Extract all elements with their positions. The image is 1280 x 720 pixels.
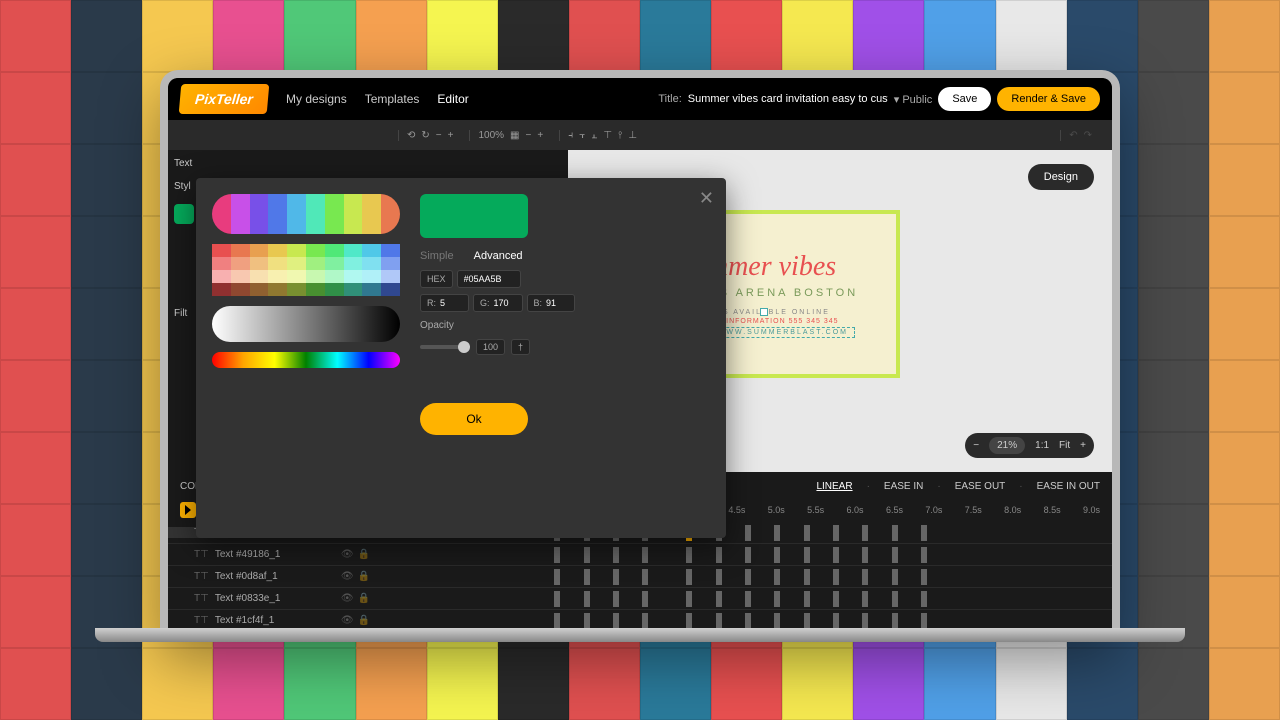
hex-input[interactable] <box>464 274 514 284</box>
align-left-icon[interactable]: ⫞ <box>568 130 573 141</box>
align-middle-icon[interactable]: ⫯ <box>618 130 622 141</box>
g-input[interactable] <box>494 298 516 308</box>
refresh-icon[interactable]: ↻ <box>421 130 429 141</box>
close-icon[interactable]: ✕ <box>699 188 714 209</box>
title-input[interactable] <box>688 93 888 105</box>
ease-linear[interactable]: LINEAR <box>816 481 852 492</box>
undo-icon[interactable]: ↶ <box>1069 130 1077 141</box>
rotate-icon[interactable]: ⟲ <box>407 130 415 141</box>
align-bottom-icon[interactable]: ⊥ <box>628 130 637 141</box>
zoom-percent[interactable]: 21% <box>989 437 1025 454</box>
opacity-slider[interactable] <box>420 345 470 349</box>
format-toolbar: ⟲ ↻ − + 100% ▦ − + ⫞ ⫟ ⫠ ⊤ ⫯ ⊥ ↶ ↷ <box>168 120 1112 150</box>
rainbow-strip[interactable] <box>212 352 400 368</box>
track-row[interactable]: T⊤ Text #0d8af_1👁🔒 <box>168 566 1112 588</box>
nav-templates[interactable]: Templates <box>365 92 420 106</box>
tab-simple[interactable]: Simple <box>420 250 454 262</box>
sidebar-text[interactable]: Text <box>174 158 202 169</box>
zoom-out-icon[interactable]: − <box>526 130 532 141</box>
zoom-11-button[interactable]: 1:1 <box>1035 440 1049 451</box>
render-save-button[interactable]: Render & Save <box>997 87 1100 111</box>
current-color-swatch[interactable] <box>174 204 194 224</box>
palette-preset-1[interactable] <box>212 194 400 234</box>
b-input[interactable] <box>546 298 568 308</box>
ok-button[interactable]: Ok <box>420 403 528 435</box>
nav-my-designs[interactable]: My designs <box>286 92 347 106</box>
zoom-out-button[interactable]: − <box>973 440 979 451</box>
track-row[interactable]: T⊤ Text #0833e_1👁🔒 <box>168 588 1112 610</box>
plus-icon[interactable]: + <box>448 130 454 141</box>
nav-editor[interactable]: Editor <box>437 92 468 106</box>
logo[interactable]: PixTeller <box>179 84 270 114</box>
topbar: PixTeller My designs Templates Editor Ti… <box>168 78 1112 120</box>
play-button[interactable] <box>180 502 196 518</box>
transparency-icon[interactable]: ▦ <box>510 130 519 141</box>
visibility-toggle[interactable]: ▾ Public <box>894 93 933 106</box>
redo-icon[interactable]: ↷ <box>1084 130 1092 141</box>
laptop-base <box>95 628 1185 642</box>
opacity-value[interactable]: 100 <box>476 339 505 355</box>
align-center-icon[interactable]: ⫟ <box>579 130 585 141</box>
selected-color-swatch <box>420 194 528 238</box>
minus-icon[interactable]: − <box>436 130 442 141</box>
title-label: Title: <box>658 93 681 105</box>
opacity-unit: † <box>511 339 530 355</box>
align-right-icon[interactable]: ⫠ <box>591 130 597 141</box>
palette-grid[interactable] <box>212 244 400 296</box>
r-input[interactable] <box>440 298 462 308</box>
zoom-in-icon[interactable]: + <box>537 130 543 141</box>
tab-advanced[interactable]: Advanced <box>474 250 523 262</box>
ease-in[interactable]: EASE IN <box>884 481 923 492</box>
color-picker-panel: ✕ Simple Advanced HEX R: G: B: Opacity 1… <box>196 178 726 538</box>
save-button[interactable]: Save <box>938 87 991 111</box>
timeline-tracks: T⊤ Text #97acf_1👁🔒T⊤ Text #49186_1👁🔒T⊤ T… <box>168 522 1112 632</box>
selection-handle[interactable] <box>760 308 768 316</box>
opacity-label: Opacity <box>420 320 454 331</box>
track-row[interactable]: T⊤ Text #49186_1👁🔒 <box>168 544 1112 566</box>
design-mode-button[interactable]: Design <box>1028 164 1094 190</box>
zoom-value: 100% <box>478 130 504 141</box>
zoom-control: − 21% 1:1 Fit + <box>965 433 1094 458</box>
align-top-icon[interactable]: ⊤ <box>603 130 612 141</box>
zoom-in-button[interactable]: + <box>1080 440 1086 451</box>
ease-in-out[interactable]: EASE IN OUT <box>1037 481 1100 492</box>
grayscale-strip[interactable] <box>212 306 400 342</box>
ease-out[interactable]: EASE OUT <box>955 481 1006 492</box>
zoom-fit-button[interactable]: Fit <box>1059 440 1070 451</box>
